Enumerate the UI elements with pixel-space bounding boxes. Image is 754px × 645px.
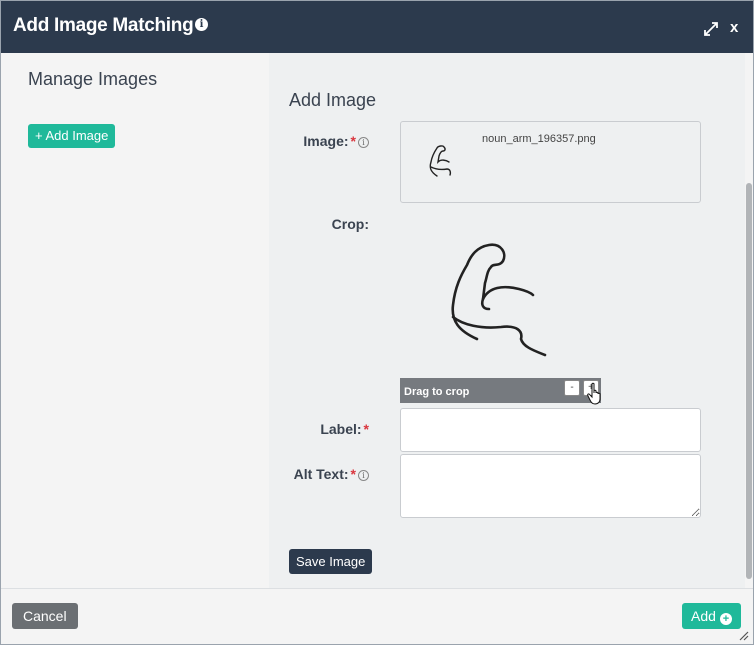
dialog-titlebar: Add Image Matching i x (1, 1, 753, 53)
add-image-button[interactable]: + Add Image (28, 124, 116, 148)
add-image-matching-dialog: Add Image Matching i x Manage Images + A… (0, 0, 754, 645)
required-marker: * (350, 466, 356, 482)
resize-grip-icon[interactable] (737, 629, 749, 641)
add-button-label: Add (691, 608, 716, 624)
label-input[interactable] (400, 408, 701, 452)
plus-circle-icon: + (719, 613, 732, 625)
help-icon[interactable]: i (358, 470, 369, 481)
close-button[interactable]: x (730, 19, 738, 36)
add-button[interactable]: Add + (682, 603, 741, 629)
dialog-title: Add Image Matching (13, 15, 194, 36)
image-filename: noun_arm_196357.png (482, 133, 596, 145)
manage-images-title: Manage Images (28, 69, 158, 89)
arm-crop-image[interactable] (447, 241, 551, 363)
required-marker: * (350, 133, 356, 149)
alt-text-field-label: Alt Text: * i (269, 466, 369, 482)
info-icon[interactable]: i (195, 18, 208, 31)
add-image-title: Add Image (289, 90, 377, 110)
expand-icon[interactable] (703, 21, 719, 37)
crop-field-label: Crop: (269, 216, 369, 232)
zoom-out-button[interactable]: - (564, 380, 580, 396)
label-field-label: Label: * (269, 421, 369, 437)
label-label-text: Label: (320, 421, 362, 437)
image-upload-box[interactable]: noun_arm_196357.png (400, 121, 701, 203)
arm-thumbnail-icon (429, 145, 452, 177)
help-icon[interactable]: i (358, 137, 369, 148)
cancel-button[interactable]: Cancel (12, 603, 78, 629)
dialog-footer: Cancel Add + (1, 588, 753, 644)
required-marker: * (363, 421, 369, 437)
drag-to-crop-label: Drag to crop (404, 386, 470, 398)
alt-text-input[interactable] (400, 454, 701, 518)
image-label-text: Image: (303, 133, 349, 149)
crop-label-text: Crop: (331, 216, 369, 232)
add-image-form: Add Image Image: * i noun_arm_196357.png C… (269, 53, 745, 588)
image-field-label: Image: * i (269, 133, 369, 149)
crop-toolbar[interactable]: Drag to crop - + (400, 378, 601, 403)
alt-text-label-text: Alt Text: (293, 466, 349, 482)
hand-cursor-icon (587, 382, 601, 405)
scrollbar-thumb[interactable] (746, 183, 752, 579)
save-image-button[interactable]: Save Image (289, 549, 373, 574)
manage-images-panel: Manage Images + Add Image (1, 53, 269, 588)
